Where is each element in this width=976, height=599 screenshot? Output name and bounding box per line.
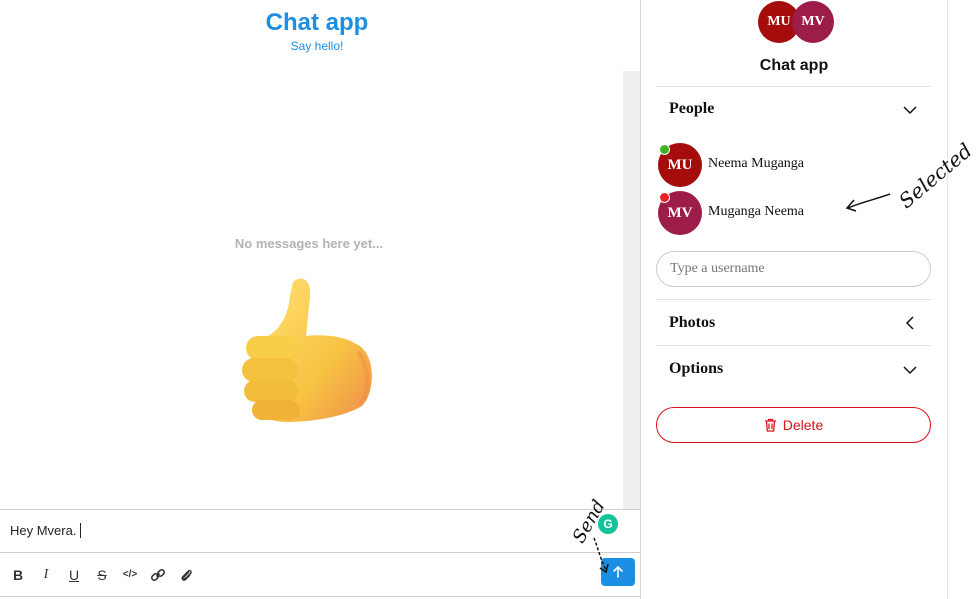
chat-title: Chat app <box>265 9 369 36</box>
divider <box>656 86 931 87</box>
code-button[interactable]: </> <box>120 565 140 585</box>
strikethrough-button[interactable]: S <box>92 565 112 585</box>
avatar-mv: MV <box>792 1 834 43</box>
message-list-scrollbar[interactable] <box>623 71 640 509</box>
chevron-down-icon[interactable] <box>903 363 917 377</box>
trash-icon <box>764 418 776 432</box>
selected-annotation-text: Selected <box>894 138 976 213</box>
offline-status-dot <box>659 192 670 203</box>
options-header[interactable]: Options <box>669 360 723 378</box>
send-annotation: Send <box>569 496 610 574</box>
format-toolbar: B I U S </> <box>0 553 640 597</box>
person-name: Neema Muganga <box>708 156 805 171</box>
italic-button[interactable]: I <box>36 565 56 585</box>
chevron-left-icon[interactable] <box>903 316 917 330</box>
underline-button[interactable]: U <box>64 565 84 585</box>
message-input[interactable]: Hey Mvera. <box>10 523 82 538</box>
divider <box>656 345 931 346</box>
send-annotation-text: Send <box>569 496 610 546</box>
chat-subtitle: Say hello! <box>290 39 344 53</box>
photos-header[interactable]: Photos <box>669 314 715 332</box>
window-edge <box>947 0 948 599</box>
message-input-text: Hey Mvera. <box>10 523 77 538</box>
delete-label: Delete <box>782 417 824 433</box>
online-status-dot <box>659 144 670 155</box>
message-input-row[interactable]: Hey Mvera. <box>0 509 640 553</box>
empty-state-text: No messages here yet... <box>234 236 384 251</box>
username-input[interactable] <box>656 251 931 287</box>
divider <box>656 299 931 300</box>
people-header[interactable]: People <box>669 100 714 118</box>
delete-button[interactable]: Delete <box>656 407 931 443</box>
chat-settings-title: Chat app <box>759 57 829 74</box>
person-name: Muganga Neema <box>708 204 805 219</box>
selected-annotation: Selected <box>845 138 976 213</box>
text-caret <box>80 523 82 538</box>
chat-feed: Chat app Say hello! No messages here yet… <box>0 0 640 599</box>
paperclip-icon[interactable] <box>176 565 196 585</box>
bold-button[interactable]: B <box>8 565 28 585</box>
thumbs-up-image <box>242 278 372 422</box>
chat-settings-panel: MU MV Chat app People MU Neema Muganga M… <box>641 0 947 599</box>
link-icon[interactable] <box>148 565 168 585</box>
